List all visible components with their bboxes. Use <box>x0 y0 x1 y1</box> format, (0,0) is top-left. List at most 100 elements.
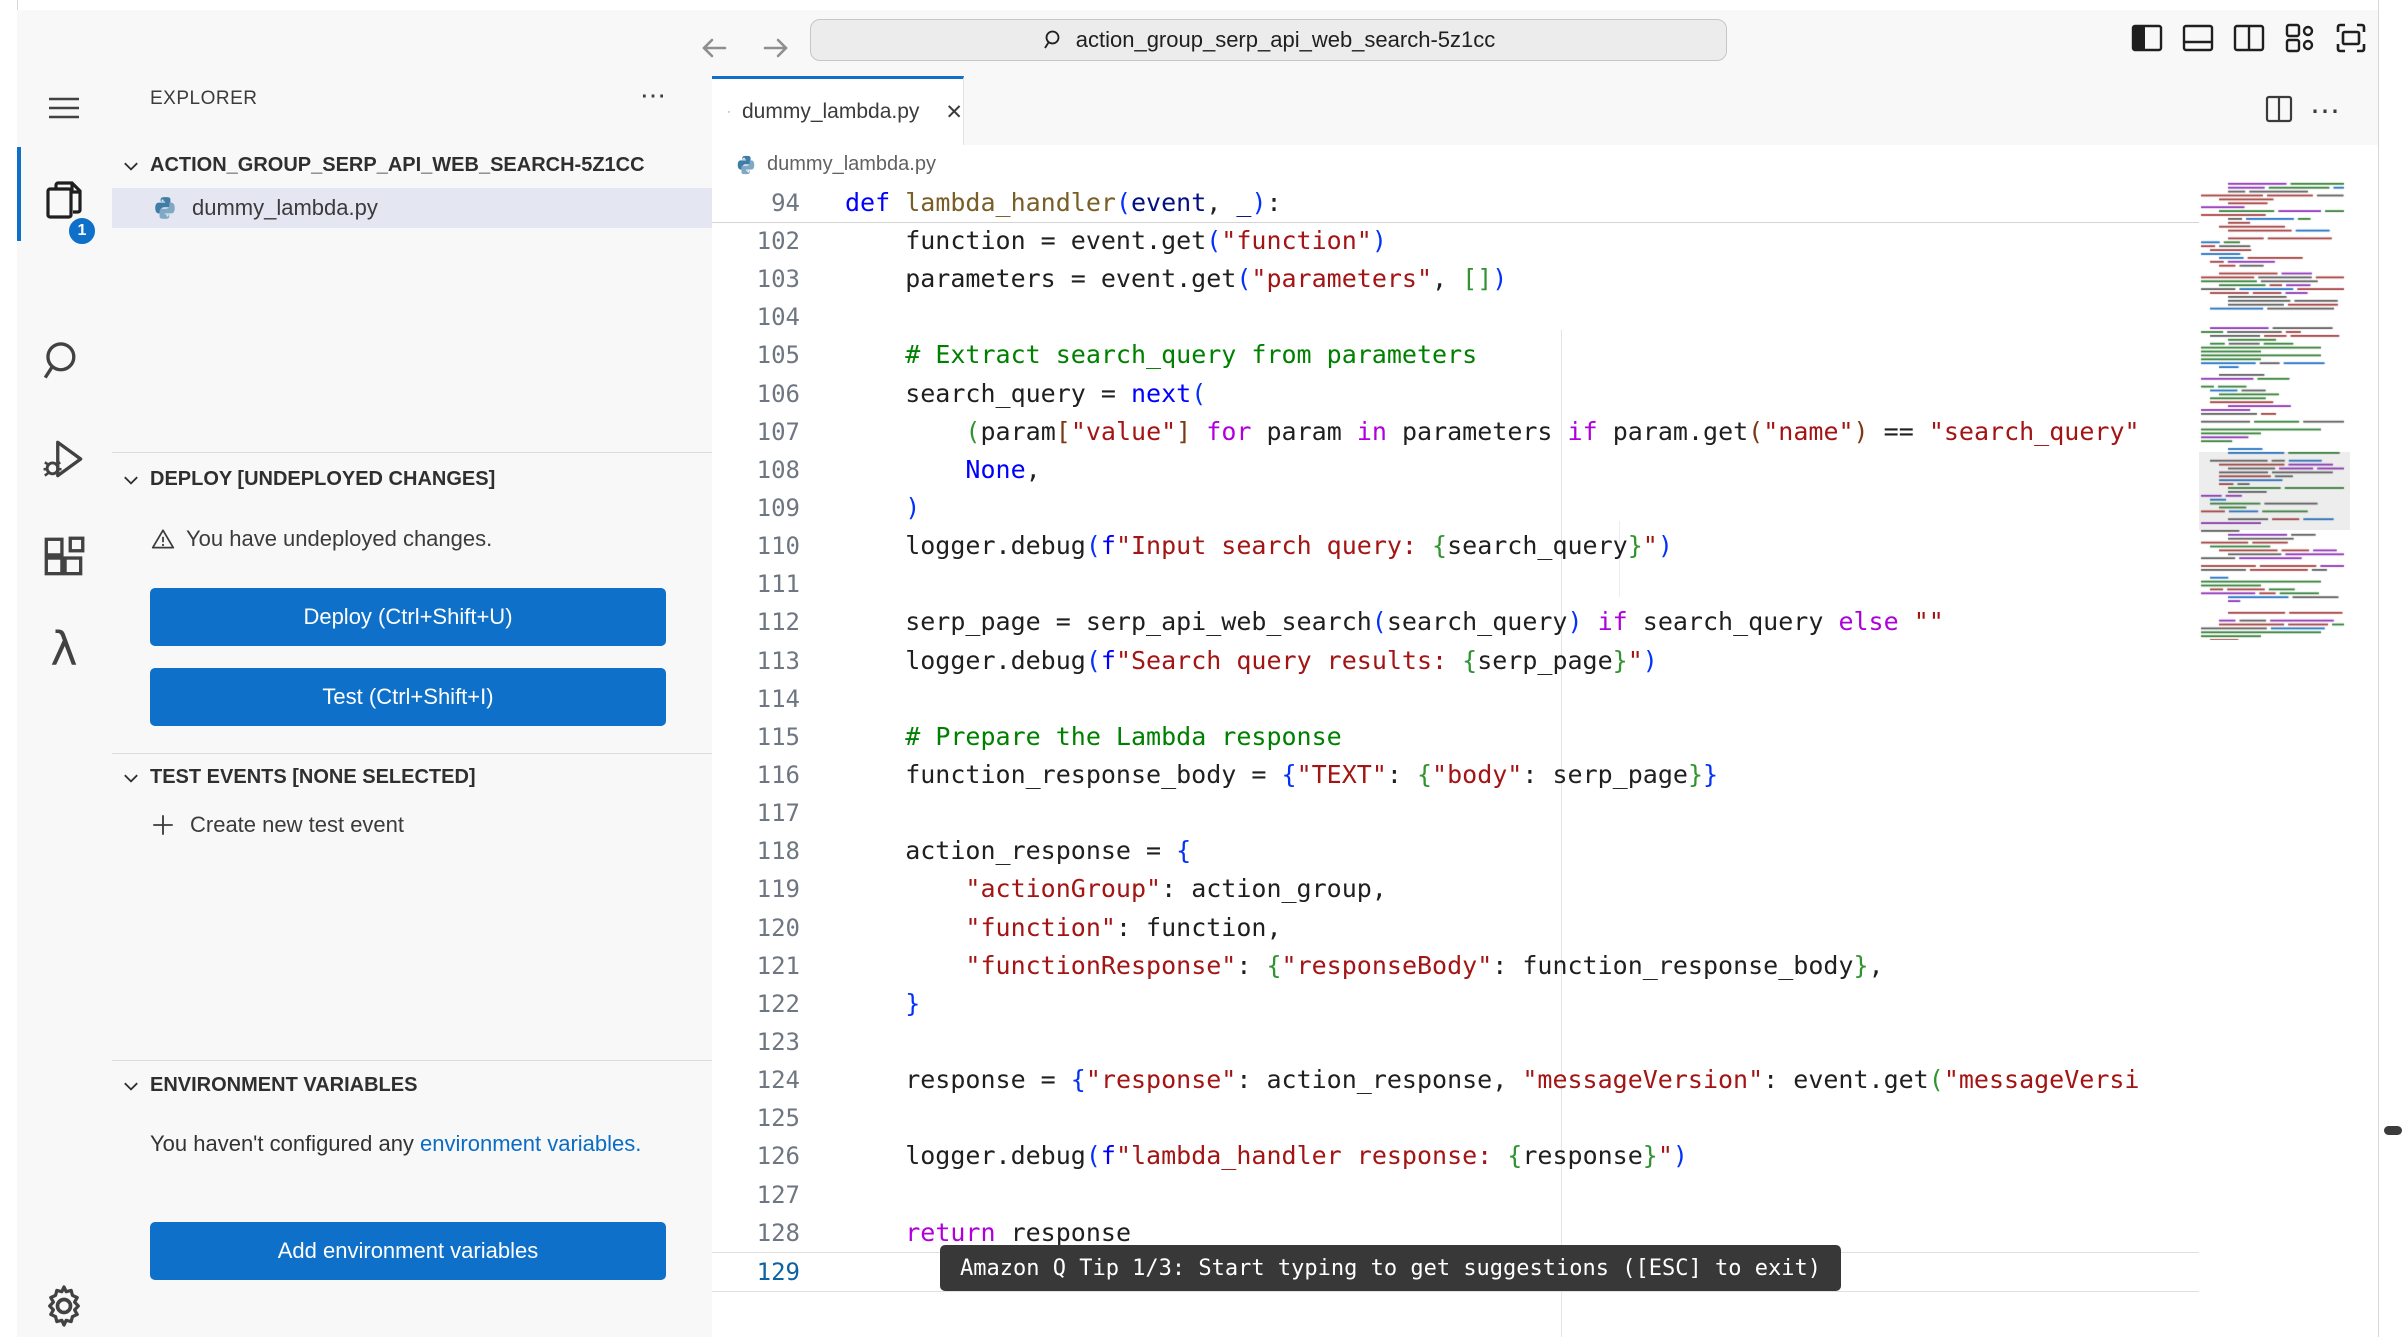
sidebar-item-search[interactable] <box>17 336 111 386</box>
explorer-title: EXPLORER <box>150 88 257 110</box>
search-icon <box>1042 28 1066 52</box>
code-line-111[interactable]: 111 <box>712 565 2199 603</box>
sidebar-item-explorer[interactable] <box>17 176 111 224</box>
line-number: 122 <box>712 985 800 1023</box>
explorer-badge: 1 <box>67 216 97 246</box>
code-line-114[interactable]: 114 <box>712 680 2199 718</box>
back-arrow-icon[interactable] <box>695 32 735 64</box>
code-line-115[interactable]: 115 # Prepare the Lambda response <box>712 718 2199 756</box>
code-lines[interactable]: 102 function = event.get("function")103 … <box>712 222 2199 1292</box>
line-content: logger.debug(f"Input search query: {sear… <box>800 527 1673 565</box>
code-line-108[interactable]: 108 None, <box>712 451 2199 489</box>
code-line-104[interactable]: 104 <box>712 298 2199 336</box>
explorer-more-actions-icon[interactable]: ⋯ <box>640 90 666 100</box>
line-number: 113 <box>712 642 800 680</box>
breadcrumb[interactable]: dummy_lambda.py <box>712 145 2378 184</box>
split-editor-icon[interactable] <box>2262 92 2296 126</box>
python-file-icon <box>152 195 178 221</box>
customize-layout-icon[interactable] <box>2283 21 2317 55</box>
code-line-107[interactable]: 107 (param["value"] for param in paramet… <box>712 413 2199 451</box>
line-content: # Extract search_query from parameters <box>800 336 1477 374</box>
code-line-127[interactable]: 127 <box>712 1176 2199 1214</box>
line-content: # Prepare the Lambda response <box>800 718 1342 756</box>
forward-arrow-icon[interactable] <box>755 32 795 64</box>
environment-variables-section-header[interactable]: ENVIRONMENT VARIABLES <box>122 1074 417 1097</box>
code-line-103[interactable]: 103 parameters = event.get("parameters",… <box>712 260 2199 298</box>
env-vars-message: You haven't configured any environment v… <box>150 1126 666 1161</box>
toggle-secondary-sidebar-icon[interactable] <box>2232 21 2266 55</box>
file-item-dummy-lambda[interactable]: dummy_lambda.py <box>112 188 712 228</box>
command-center-search[interactable]: action_group_serp_api_web_search-5z1cc <box>810 19 1727 61</box>
code-line-120[interactable]: 120 "function": function, <box>712 909 2199 947</box>
section-divider <box>112 1060 712 1061</box>
code-line-122[interactable]: 122 } <box>712 985 2199 1023</box>
minimap-slider[interactable] <box>2199 452 2350 530</box>
line-content <box>800 565 845 603</box>
code-line-102[interactable]: 102 function = event.get("function") <box>712 222 2199 260</box>
toggle-primary-sidebar-icon[interactable] <box>2130 21 2164 55</box>
line-content <box>800 1023 845 1061</box>
create-test-event-button[interactable]: Create new test event <box>150 812 404 838</box>
line-content <box>800 1176 845 1214</box>
line-number: 120 <box>712 909 800 947</box>
hamburger-menu-icon <box>46 94 82 122</box>
code-line-124[interactable]: 124 response = {"response": action_respo… <box>712 1061 2199 1099</box>
run-and-debug-icon <box>39 434 89 484</box>
code-line-116[interactable]: 116 function_response_body = {"TEXT": {"… <box>712 756 2199 794</box>
line-content: response = {"response": action_response,… <box>800 1061 2139 1099</box>
line-content: serp_page = serp_api_web_search(search_q… <box>800 603 1944 641</box>
code-line-109[interactable]: 109 ) <box>712 489 2199 527</box>
code-line-106[interactable]: 106 search_query = next( <box>712 375 2199 413</box>
code-line-110[interactable]: 110 logger.debug(f"Input search query: {… <box>712 527 2199 565</box>
plus-icon <box>150 812 176 838</box>
minimap[interactable] <box>2199 177 2350 640</box>
code-line-118[interactable]: 118 action_response = { <box>712 832 2199 870</box>
line-content: "function": function, <box>800 909 1282 947</box>
code-line-121[interactable]: 121 "functionResponse": {"responseBody":… <box>712 947 2199 985</box>
line-number: 103 <box>712 260 800 298</box>
line-content: action_response = { <box>800 832 1191 870</box>
editor-more-actions-icon[interactable]: ⋯ <box>2310 94 2340 129</box>
scrollbar-thumb[interactable] <box>2384 1126 2402 1135</box>
deploy-section-header[interactable]: DEPLOY [UNDEPLOYED CHANGES] <box>122 468 495 491</box>
code-line-126[interactable]: 126 logger.debug(f"lambda_handler respon… <box>712 1137 2199 1175</box>
undeployed-changes-warning: You have undeployed changes. <box>150 526 492 552</box>
activity-bar: 1 <box>17 76 113 1337</box>
line-content <box>800 794 845 832</box>
sticky-scroll-line[interactable]: 94def lambda_handler(event, _): <box>712 184 2199 223</box>
line-content <box>800 680 845 718</box>
section-divider <box>112 452 712 453</box>
settings-button[interactable] <box>17 1280 111 1332</box>
tab-dummy-lambda[interactable]: dummy_lambda.py ✕ <box>712 76 964 145</box>
sidebar-item-extensions[interactable] <box>17 532 111 582</box>
close-tab-icon[interactable]: ✕ <box>945 100 963 125</box>
code-line-123[interactable]: 123 <box>712 1023 2199 1061</box>
test-button[interactable]: Test (Ctrl+Shift+I) <box>150 668 666 726</box>
menu-button[interactable] <box>17 94 111 122</box>
line-content: None, <box>800 451 1041 489</box>
code-line-125[interactable]: 125 <box>712 1099 2199 1137</box>
line-number: 126 <box>712 1137 800 1175</box>
add-env-vars-button[interactable]: Add environment variables <box>150 1222 666 1280</box>
sidebar-item-run-debug[interactable] <box>17 434 111 484</box>
test-events-section-header[interactable]: TEST EVENTS [NONE SELECTED] <box>122 766 476 789</box>
code-line-119[interactable]: 119 "actionGroup": action_group, <box>712 870 2199 908</box>
code-line-105[interactable]: 105 # Extract search_query from paramete… <box>712 336 2199 374</box>
section-divider <box>112 753 712 754</box>
toggle-panel-icon[interactable] <box>2181 21 2215 55</box>
code-line-94[interactable]: 94def lambda_handler(event, _): <box>712 184 2199 222</box>
deploy-button[interactable]: Deploy (Ctrl+Shift+U) <box>150 588 666 646</box>
code-line-112[interactable]: 112 serp_page = serp_api_web_search(sear… <box>712 603 2199 641</box>
line-number: 106 <box>712 375 800 413</box>
screencast-mode-icon[interactable] <box>2334 21 2368 55</box>
code-line-113[interactable]: 113 logger.debug(f"Search query results:… <box>712 642 2199 680</box>
sidebar-item-aws-lambda[interactable]: λ <box>17 624 111 674</box>
chevron-down-icon <box>122 1077 140 1095</box>
code-editor[interactable]: 94def lambda_handler(event, _): 102 func… <box>712 184 2199 1337</box>
line-number: 94 <box>712 184 800 222</box>
workspace-section-header[interactable]: ACTION_GROUP_SERP_API_WEB_SEARCH-5Z1CC <box>122 154 645 177</box>
chevron-down-icon <box>122 157 140 175</box>
env-vars-link[interactable]: environment variables. <box>420 1131 641 1156</box>
line-content: def lambda_handler(event, _): <box>800 184 1282 222</box>
code-line-117[interactable]: 117 <box>712 794 2199 832</box>
